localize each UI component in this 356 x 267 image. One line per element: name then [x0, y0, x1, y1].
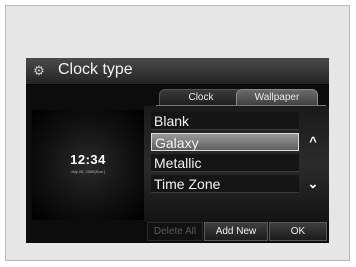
- title-bar: ⚙ Clock type: [26, 58, 329, 85]
- chevron-up-icon[interactable]: ^: [305, 134, 321, 150]
- page-title: Clock type: [58, 61, 133, 78]
- delete-all-button[interactable]: Delete All: [147, 222, 203, 241]
- list-item-blank[interactable]: Blank: [151, 112, 299, 130]
- chevron-down-icon[interactable]: ⌄: [305, 176, 321, 192]
- add-new-button[interactable]: Add New: [204, 222, 268, 241]
- tab-wallpaper[interactable]: Wallpaper: [236, 89, 318, 106]
- preview-time: 12:34: [70, 152, 106, 167]
- ok-button[interactable]: OK: [269, 222, 327, 241]
- wallpaper-preview: 12:34 July 28, 2008(Sun.): [32, 110, 144, 220]
- gear-icon: ⚙: [33, 63, 45, 78]
- list-item-time-zone[interactable]: Time Zone: [151, 175, 299, 193]
- display-screen: ⚙ Clock type Clock Wallpaper 12:34 July …: [26, 58, 329, 243]
- list-item-metallic[interactable]: Metallic: [151, 154, 299, 172]
- tab-clock[interactable]: Clock: [159, 89, 243, 106]
- list-item-galaxy[interactable]: Galaxy: [151, 133, 299, 151]
- preview-date: July 28, 2008(Sun.): [70, 169, 106, 174]
